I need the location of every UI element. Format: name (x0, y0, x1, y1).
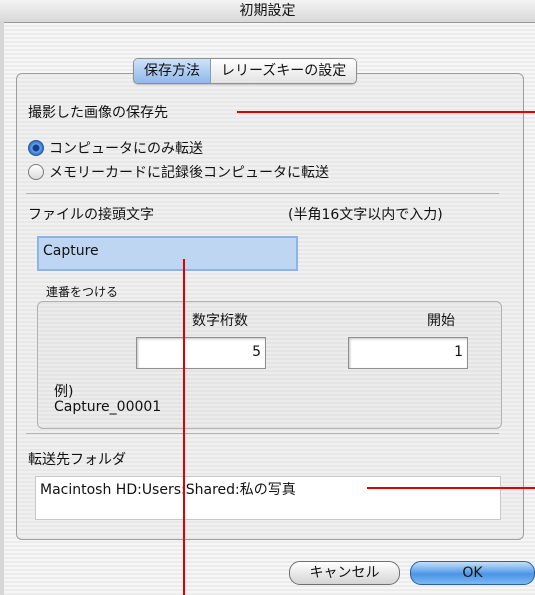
ok-button[interactable]: OK (410, 561, 535, 585)
file-prefix-input[interactable]: Capture (37, 236, 298, 271)
callout-line-save-destination (237, 111, 535, 113)
separator (26, 193, 499, 194)
destination-folder-label: 転送先フォルダ (28, 452, 126, 468)
start-label: 開始 (427, 313, 455, 329)
tab-release-key-settings[interactable]: レリーズキーの設定 (211, 59, 357, 83)
file-prefix-label: ファイルの接頭文字 (28, 207, 154, 223)
cancel-button[interactable]: キャンセル (289, 561, 400, 585)
example-label: 例) (54, 384, 74, 400)
destination-folder-path[interactable]: Macintosh HD:Users:Shared:私の写真 (35, 476, 501, 520)
window-edge (0, 22, 4, 595)
radio-card-then-computer-label[interactable]: メモリーカードに記録後コンピュータに転送 (49, 162, 329, 182)
radio-computer-only[interactable] (28, 140, 44, 156)
digits-input[interactable]: 5 (136, 337, 266, 369)
digits-label: 数字桁数 (192, 313, 248, 329)
sequence-heading: 連番をつける (46, 285, 119, 299)
separator (26, 433, 499, 434)
radio-card-then-computer[interactable] (28, 164, 44, 180)
callout-line-destination-folder (367, 487, 535, 489)
radio-computer-only-label[interactable]: コンピュータにのみ転送 (49, 138, 203, 158)
example-value: Capture_00001 (54, 399, 162, 415)
tab-save-method[interactable]: 保存方法 (134, 59, 211, 83)
save-destination-heading: 撮影した画像の保存先 (28, 105, 168, 121)
start-number-input[interactable]: 1 (348, 337, 468, 369)
file-prefix-hint: (半角16文字以内で入力) (288, 207, 443, 223)
window-title: 初期設定 (0, 0, 535, 23)
tab-bar: 保存方法 レリーズキーの設定 (133, 58, 358, 84)
callout-line-file-prefix (183, 259, 185, 595)
